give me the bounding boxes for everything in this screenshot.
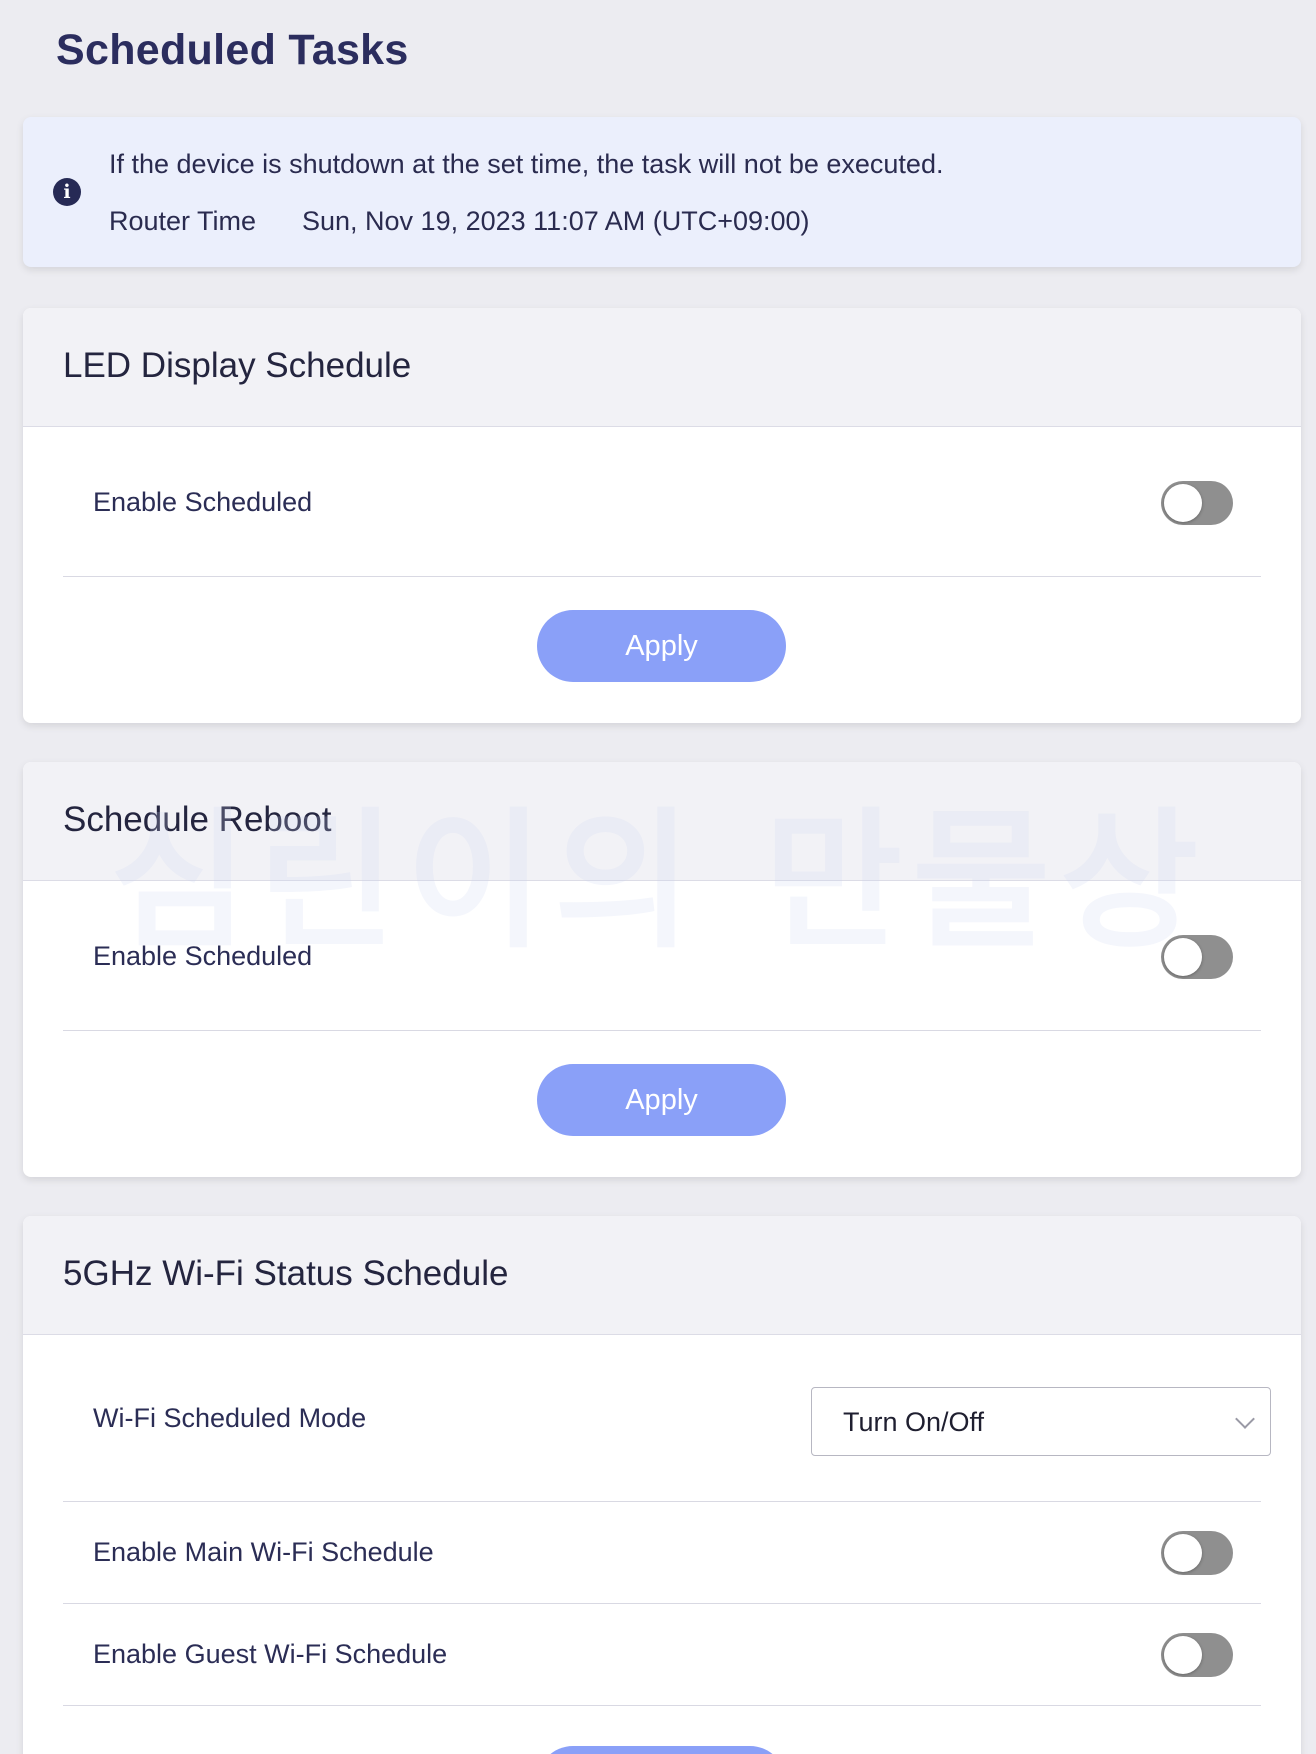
card-title: LED Display Schedule [63, 346, 412, 385]
wifi-mode-row: Wi-Fi Scheduled Mode Turn On/Off [63, 1335, 1271, 1502]
page-title: Scheduled Tasks [56, 26, 409, 74]
wifi-5ghz-schedule-card: 5GHz Wi-Fi Status Schedule Wi-Fi Schedul… [23, 1216, 1301, 1754]
main-wifi-schedule-label: Enable Main Wi-Fi Schedule [93, 1537, 434, 1567]
router-time-value: Sun, Nov 19, 2023 11:07 AM (UTC+09:00) [302, 206, 810, 236]
card-header: LED Display Schedule [23, 308, 1301, 427]
router-time-label: Router Time [109, 206, 257, 236]
main-wifi-schedule-row: Enable Main Wi-Fi Schedule [63, 1502, 1261, 1604]
watermark: 심린이의 만물상 [110, 795, 1209, 969]
toggle-knob [1164, 484, 1202, 522]
scheduled-tasks-page: Scheduled Tasks i If the device is shutd… [0, 0, 1316, 1754]
info-message: If the device is shutdown at the set tim… [109, 149, 944, 179]
enable-scheduled-label: Enable Scheduled [93, 487, 313, 517]
guest-wifi-schedule-label: Enable Guest Wi-Fi Schedule [93, 1639, 448, 1669]
apply-button[interactable]: Apply [537, 610, 786, 682]
led-display-schedule-card: LED Display Schedule Enable Scheduled Ap… [23, 308, 1301, 723]
wifi-mode-select[interactable]: Turn On/Off [811, 1387, 1271, 1456]
wifi-mode-label: Wi-Fi Scheduled Mode [93, 1403, 367, 1433]
led-enable-toggle[interactable] [1161, 481, 1233, 525]
info-icon: i [53, 178, 81, 206]
toggle-knob [1164, 1534, 1202, 1572]
info-banner: i If the device is shutdown at the set t… [23, 117, 1301, 267]
guest-wifi-schedule-row: Enable Guest Wi-Fi Schedule [63, 1604, 1261, 1706]
chevron-down-icon [1235, 1409, 1255, 1429]
enable-scheduled-row: Enable Scheduled [63, 427, 1261, 577]
apply-button-partial[interactable] [537, 1746, 786, 1754]
main-wifi-schedule-toggle[interactable] [1161, 1531, 1233, 1575]
toggle-knob [1164, 1636, 1202, 1674]
card-header: 5GHz Wi-Fi Status Schedule [23, 1216, 1301, 1335]
card-title: 5GHz Wi-Fi Status Schedule [63, 1254, 509, 1293]
apply-button[interactable]: Apply [537, 1064, 786, 1136]
wifi-mode-value: Turn On/Off [843, 1407, 985, 1437]
guest-wifi-schedule-toggle[interactable] [1161, 1633, 1233, 1677]
